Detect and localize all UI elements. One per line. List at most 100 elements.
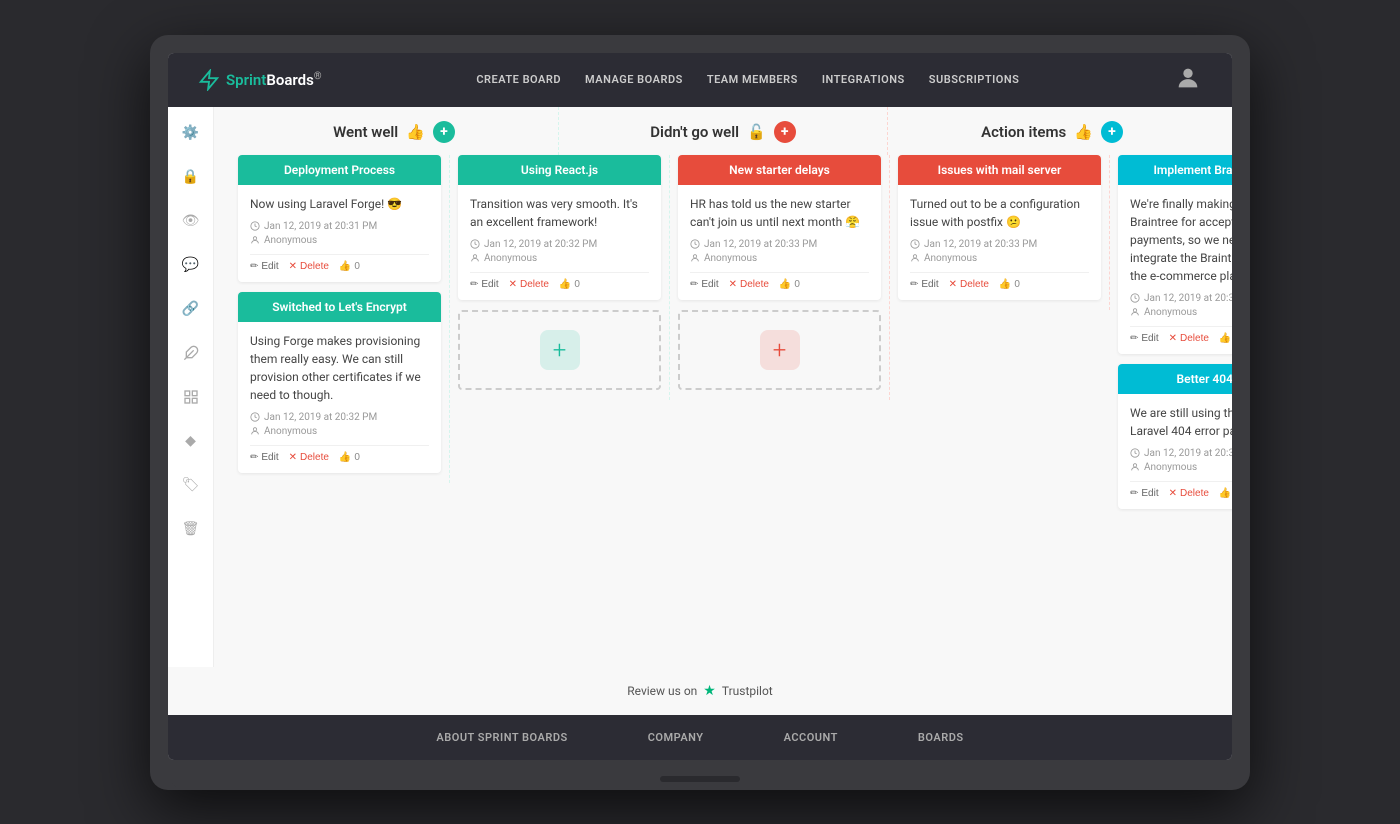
card-text: Turned out to be a configuration issue w… [910, 195, 1089, 231]
card-date: Jan 12, 2019 at 20:33 PM [690, 239, 869, 250]
card-date: Jan 12, 2019 at 20:32 PM [470, 239, 649, 250]
logo: SprintBoards® [198, 69, 322, 91]
col5-title: Action items [981, 123, 1066, 141]
card-date: Jan 12, 2019 at 20:32 PM [250, 412, 429, 423]
edit-btn[interactable]: ✏ Edit [250, 261, 279, 272]
column-went-well-2: Using React.js Transition was very smoot… [450, 155, 670, 400]
card-header: Deployment Process [238, 155, 441, 185]
delete-btn[interactable]: ✕ Delete [509, 279, 549, 290]
sidebar-tag-icon[interactable]: 🏷 [177, 471, 205, 499]
sidebar-puzzle-icon[interactable] [177, 339, 205, 367]
card-mail-server: Issues with mail server Turned out to be… [898, 155, 1101, 300]
card-deployment-process: Deployment Process Now using Laravel For… [238, 155, 441, 282]
like-btn[interactable]: 👍 0 [559, 279, 580, 290]
add-card-went-well[interactable]: + [458, 310, 661, 390]
like-btn[interactable]: 👍 0 [779, 279, 800, 290]
col3-add-btn[interactable]: + [774, 121, 796, 143]
sidebar-chat-icon[interactable]: 💬 [177, 251, 205, 279]
sidebar: ⚙️ 🔒 👁 💬 🔗 ◆ 🏷 [168, 107, 214, 667]
footer-account[interactable]: ACCOUNT [784, 731, 838, 744]
sidebar-link-icon[interactable]: 🔗 [177, 295, 205, 323]
delete-btn[interactable]: ✕ Delete [729, 279, 769, 290]
logo-sprint: SprintBoards® [226, 71, 322, 89]
column-went-well-1: Deployment Process Now using Laravel For… [230, 155, 450, 483]
card-text: We're finally making the switch to Brain… [1130, 195, 1232, 285]
edit-btn[interactable]: ✏ Edit [690, 279, 719, 290]
nav-create-board[interactable]: CREATE BOARD [476, 73, 561, 86]
navbar-links: CREATE BOARD MANAGE BOARDS TEAM MEMBERS … [476, 73, 1019, 86]
delete-btn[interactable]: ✕ Delete [289, 452, 329, 463]
card-text: We are still using the default Laravel 4… [1130, 404, 1232, 440]
trustpilot-text: Review us on [627, 684, 697, 698]
card-header: Implement Braintree API [1118, 155, 1232, 185]
delete-btn[interactable]: ✕ Delete [949, 279, 989, 290]
card-header: New starter delays [678, 155, 881, 185]
col1-title: Went well [333, 123, 398, 141]
main-content: ⚙️ 🔒 👁 💬 🔗 ◆ 🏷 [168, 107, 1232, 667]
card-date: Jan 12, 2019 at 20:35 PM [1130, 448, 1232, 459]
col5-add-btn[interactable]: + [1101, 121, 1123, 143]
sidebar-eye-icon[interactable]: 👁 [177, 207, 205, 235]
card-text: Transition was very smooth. It's an exce… [470, 195, 649, 231]
card-header: Switched to Let's Encrypt [238, 292, 441, 322]
add-card-didnt-go-1[interactable]: + [678, 310, 881, 390]
card-header: Better 404 page [1118, 364, 1232, 394]
sidebar-grid-icon[interactable] [177, 383, 205, 411]
card-author: Anonymous [910, 253, 1089, 264]
card-text: Using Forge makes provisioning them real… [250, 332, 429, 404]
col1-icon: 👍 [406, 123, 425, 141]
nav-subscriptions[interactable]: SUBSCRIPTIONS [929, 73, 1020, 86]
card-author: Anonymous [250, 235, 429, 246]
trustpilot-banner: Review us on ★ Trustpilot [168, 667, 1232, 715]
edit-btn[interactable]: ✏ Edit [910, 279, 939, 290]
card-author: Anonymous [1130, 462, 1232, 473]
card-date: Jan 12, 2019 at 20:34 PM [1130, 293, 1232, 304]
card-author: Anonymous [470, 253, 649, 264]
col3-title: Didn't go well [650, 123, 739, 141]
like-btn[interactable]: 👍 0 [339, 452, 360, 463]
footer-about[interactable]: ABOUT SPRINT BOARDS [436, 731, 567, 744]
card-author: Anonymous [250, 426, 429, 437]
card-react: Using React.js Transition was very smoot… [458, 155, 661, 300]
col3-icon: 🔓 [747, 123, 766, 141]
like-btn[interactable]: 👍 0 [1219, 488, 1232, 499]
card-header: Issues with mail server [898, 155, 1101, 185]
edit-btn[interactable]: ✏ Edit [250, 452, 279, 463]
footer-boards[interactable]: BOARDS [918, 731, 964, 744]
nav-manage-boards[interactable]: MANAGE BOARDS [585, 73, 683, 86]
board-area: Went well 👍 + Didn't go well 🔓 + Action … [214, 107, 1232, 667]
card-braintree: Implement Braintree API We're finally ma… [1118, 155, 1232, 354]
column-action-1: Implement Braintree API We're finally ma… [1110, 155, 1232, 519]
card-new-starter: New starter delays HR has told us the ne… [678, 155, 881, 300]
trustpilot-star-icon: ★ [703, 683, 716, 699]
nav-integrations[interactable]: INTEGRATIONS [822, 73, 905, 86]
card-author: Anonymous [1130, 307, 1232, 318]
like-btn[interactable]: 👍 0 [1219, 333, 1232, 344]
card-author: Anonymous [690, 253, 869, 264]
like-btn[interactable]: 👍 0 [339, 261, 360, 272]
edit-btn[interactable]: ✏ Edit [470, 279, 499, 290]
edit-btn[interactable]: ✏ Edit [1130, 333, 1159, 344]
navbar: SprintBoards® CREATE BOARD MANAGE BOARDS… [168, 53, 1232, 107]
card-text: Now using Laravel Forge! 😎 [250, 195, 429, 213]
like-btn[interactable]: 👍 0 [999, 279, 1020, 290]
sidebar-settings-icon[interactable]: ⚙️ [177, 119, 205, 147]
card-lets-encrypt: Switched to Let's Encrypt Using Forge ma… [238, 292, 441, 473]
card-404: Better 404 page We are still using the d… [1118, 364, 1232, 509]
column-didnt-go-2: Issues with mail server Turned out to be… [890, 155, 1110, 310]
user-avatar[interactable] [1174, 64, 1202, 96]
delete-btn[interactable]: ✕ Delete [289, 261, 329, 272]
column-didnt-go-1: New starter delays HR has told us the ne… [670, 155, 890, 400]
delete-btn[interactable]: ✕ Delete [1169, 333, 1209, 344]
sidebar-lock-icon[interactable]: 🔒 [177, 163, 205, 191]
sidebar-diamond-icon[interactable]: ◆ [177, 427, 205, 455]
sidebar-trash-icon[interactable]: 🗑 [177, 515, 205, 543]
edit-btn[interactable]: ✏ Edit [1130, 488, 1159, 499]
footer-company[interactable]: COMPANY [648, 731, 704, 744]
nav-team-members[interactable]: TEAM MEMBERS [707, 73, 798, 86]
delete-btn[interactable]: ✕ Delete [1169, 488, 1209, 499]
footer: ABOUT SPRINT BOARDS COMPANY ACCOUNT BOAR… [168, 715, 1232, 760]
col5-icon: 👍 [1074, 123, 1093, 141]
card-date: Jan 12, 2019 at 20:33 PM [910, 239, 1089, 250]
col1-add-btn[interactable]: + [433, 121, 455, 143]
